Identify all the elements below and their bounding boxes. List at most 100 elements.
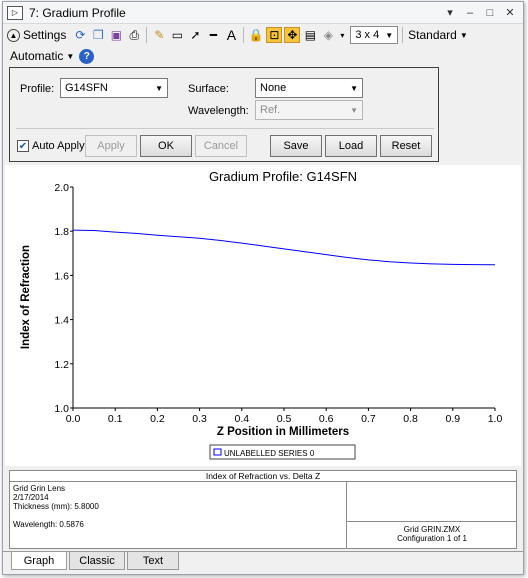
wavelength-text: Wavelength: 0.5876 <box>13 520 84 529</box>
snap-icon[interactable]: ✥ <box>284 27 301 43</box>
settings-label: Settings <box>23 28 67 42</box>
ok-button[interactable]: OK <box>140 135 192 157</box>
lock-icon[interactable]: 🔒 <box>248 27 264 43</box>
layout-value: 3 x 4 <box>355 29 380 41</box>
apply-button[interactable]: Apply <box>85 135 137 157</box>
info-heading: Index of Refraction vs. Delta Z <box>10 471 516 482</box>
tab-classic[interactable]: Classic <box>69 552 125 570</box>
view-tabs: Graph Classic Text <box>3 550 523 574</box>
lens-name: Grid Grin Lens <box>13 484 66 493</box>
window-icon: ▷ <box>7 5 23 20</box>
layout-dropdown[interactable]: 3 x 4 ▼ <box>350 26 399 44</box>
save-icon[interactable]: ▣ <box>108 27 124 43</box>
y-tick-label: 1.4 <box>54 315 69 327</box>
automatic-dropdown[interactable]: Automatic ▼ <box>9 47 75 65</box>
rectangle-icon[interactable]: ▭ <box>169 27 185 43</box>
chevron-down-icon: ▼ <box>66 51 75 61</box>
reset-button[interactable]: Reset <box>380 135 432 157</box>
tab-graph[interactable]: Graph <box>11 552 67 570</box>
x-tick-label: 0.5 <box>277 413 292 425</box>
settings-panel: Profile: G14SFN ▼ Surface: None ▼ Wavele… <box>9 67 439 162</box>
chart-legend: UNLABELLED SERIES 0 <box>209 444 356 460</box>
y-tick-label: 1.8 <box>54 226 69 238</box>
copy-icon[interactable]: ❐ <box>90 27 106 43</box>
chart-axes <box>72 187 495 409</box>
load-button[interactable]: Load <box>325 135 377 157</box>
profile-value: G14SFN <box>65 82 108 94</box>
toolbar-secondary: Automatic ▼ ? <box>3 46 523 66</box>
chevron-down-icon: ▼ <box>385 30 394 40</box>
auto-apply-checkbox[interactable]: ✔ <box>17 140 29 152</box>
window-title: 7: Gradium Profile <box>29 5 126 20</box>
save-button[interactable]: Save <box>270 135 322 157</box>
wavelength-label: Wavelength: <box>188 105 249 117</box>
chart-area: Gradium Profile: G14SFN Z Position in Mi… <box>5 165 521 466</box>
info-date: 2/17/2014 <box>13 493 49 502</box>
arrow-icon[interactable]: ➚ <box>187 27 203 43</box>
x-tick-label: 0.3 <box>192 413 207 425</box>
chart-title: Gradium Profile: G14SFN <box>209 169 357 184</box>
file-name: Grid GRIN.ZMX <box>403 525 461 534</box>
x-axis-label: Z Position in Millimeters <box>217 426 349 438</box>
tab-text[interactable]: Text <box>127 552 179 570</box>
text-tool-icon[interactable]: A <box>223 27 239 43</box>
panel-divider <box>16 128 434 129</box>
settings-button[interactable]: ▲ Settings <box>7 28 70 42</box>
info-box: Index of Refraction vs. Delta Z Grid Gri… <box>9 470 517 549</box>
x-tick-label: 0.1 <box>108 413 123 425</box>
chart-series <box>72 229 496 266</box>
print-icon[interactable]: ⎙ <box>126 27 142 43</box>
wavelength-value: Ref. <box>260 104 281 116</box>
legend-label: UNLABELLED SERIES 0 <box>224 449 315 458</box>
standard-dropdown[interactable]: Standard ▼ <box>407 26 469 44</box>
surface-label: Surface: <box>188 83 229 95</box>
layers-icon[interactable]: ◈ <box>320 27 336 43</box>
y-tick-label: 2.0 <box>54 182 69 194</box>
chevron-down-icon[interactable]: ▾ <box>338 27 346 43</box>
chevron-down-icon: ▼ <box>459 30 468 40</box>
configuration-text: Configuration 1 of 1 <box>397 534 467 543</box>
cancel-button[interactable]: Cancel <box>195 135 247 157</box>
gradium-profile-window: ▷ 7: Gradium Profile ▾ – □ ✕ ▲ Settings … <box>2 1 524 575</box>
toolbar-separator <box>243 27 245 43</box>
toolbar-separator <box>402 27 404 43</box>
x-tick-label: 0.4 <box>234 413 249 425</box>
surface-select[interactable]: None ▼ <box>255 78 363 98</box>
toolbar-separator <box>146 27 148 43</box>
surface-value: None <box>260 82 287 94</box>
toolbar-main: ▲ Settings ⟳ ❐ ▣ ⎙ ✎ ▭ ➚ ━ A 🔒 ⊡ ✥ ▤ ◈ ▾… <box>3 24 523 46</box>
automatic-label: Automatic <box>10 49 64 63</box>
window-menu-icon[interactable]: ▾ <box>441 5 459 21</box>
profile-select[interactable]: G14SFN ▼ <box>60 78 168 98</box>
info-right-text: Grid GRIN.ZMX Configuration 1 of 1 <box>347 525 517 543</box>
clip-window-icon[interactable]: ⊡ <box>266 27 283 43</box>
profile-label: Profile: <box>20 83 55 95</box>
x-tick-label: 0.9 <box>445 413 460 425</box>
window-layout-icon[interactable]: ▤ <box>302 27 318 43</box>
help-icon[interactable]: ? <box>79 48 95 64</box>
chevron-down-icon: ▼ <box>350 83 358 93</box>
minimize-icon[interactable]: – <box>461 5 479 21</box>
maximize-icon[interactable]: □ <box>481 5 499 21</box>
y-tick-label: 1.6 <box>54 270 69 282</box>
series-line <box>72 229 496 266</box>
y-axis-label: Index of Refraction <box>20 245 32 349</box>
info-divider-horizontal <box>346 521 517 522</box>
x-tick-label: 0.7 <box>361 413 376 425</box>
info-left-text: Grid Grin Lens 2/17/2014 Thickness (mm):… <box>13 484 99 529</box>
x-tick-label: 0.2 <box>150 413 165 425</box>
window-controls: ▾ – □ ✕ <box>441 5 519 21</box>
auto-apply-label: Auto Apply <box>32 140 85 152</box>
pencil-icon[interactable]: ✎ <box>151 27 167 43</box>
chevron-down-icon: ▼ <box>155 83 163 93</box>
legend-swatch <box>213 448 222 456</box>
close-icon[interactable]: ✕ <box>501 5 519 21</box>
y-tick-label: 1.0 <box>54 403 69 415</box>
x-tick-label: 0.8 <box>403 413 418 425</box>
chevron-down-icon: ▼ <box>350 105 358 115</box>
collapse-up-icon: ▲ <box>7 28 20 42</box>
refresh-icon[interactable]: ⟳ <box>72 27 88 43</box>
line-icon[interactable]: ━ <box>205 27 221 43</box>
wavelength-select[interactable]: Ref. ▼ <box>255 100 363 120</box>
